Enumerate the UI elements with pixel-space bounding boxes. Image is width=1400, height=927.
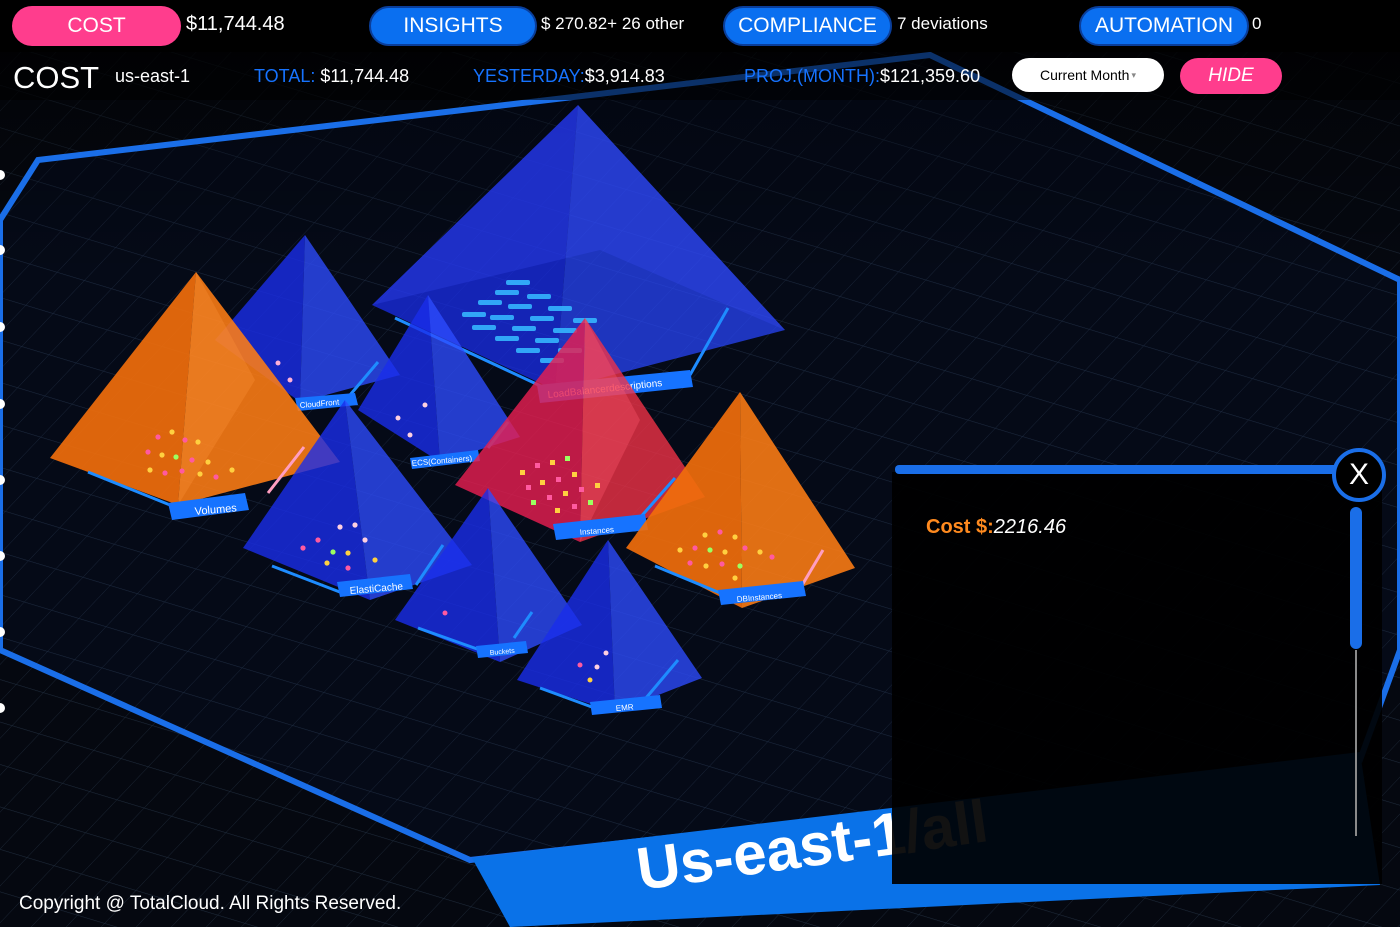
compliance-tab-button[interactable]: COMPLIANCE	[723, 6, 892, 46]
compliance-value: 7 deviations	[897, 14, 988, 33]
page-title: COST	[13, 60, 100, 95]
projected-value: $121,359.60	[879, 66, 981, 86]
panel-scrollbar-track[interactable]	[1355, 650, 1357, 836]
automation-tab-button[interactable]: AUTOMATION	[1079, 6, 1249, 46]
details-cost-value: 2216.46	[993, 516, 1067, 538]
cost-total-value: $11,744.48	[186, 13, 285, 35]
details-cost-label: Cost $:	[926, 516, 994, 538]
period-select[interactable]: Current Month ▾	[1012, 58, 1164, 92]
chevron-down-icon: ▾	[1131, 69, 1136, 80]
insights-value: $ 270.82+ 26 other	[541, 14, 685, 33]
yesterday-value: $3,914.83	[584, 66, 665, 86]
panel-scrollbar-thumb[interactable]	[1350, 507, 1362, 649]
details-panel-header-bar	[895, 465, 1365, 474]
summary-bar: COST us-east-1 TOTAL: $11,744.48 YESTERD…	[0, 52, 1400, 100]
period-select-value: Current Month	[1039, 67, 1130, 83]
close-panel-button[interactable]: X	[1332, 448, 1386, 502]
region-name: us-east-1	[115, 66, 191, 86]
hide-button[interactable]: HIDE	[1180, 58, 1282, 94]
cost-tab-button[interactable]: COST	[12, 6, 181, 46]
yesterday-label: YESTERDAY:	[473, 66, 585, 86]
insights-tab-button[interactable]: INSIGHTS	[369, 6, 537, 46]
total-label: TOTAL:	[254, 66, 316, 86]
top-nav-bar: COST $11,744.48 INSIGHTS $ 270.82+ 26 ot…	[0, 0, 1400, 52]
projected-label: PROJ.(MONTH):	[744, 66, 880, 86]
total-value: $11,744.48	[320, 66, 410, 86]
copyright-text: Copyright @ TotalCloud. All Rights Reser…	[19, 893, 402, 914]
yesterday-metric: YESTERDAY:$3,914.83	[473, 66, 665, 87]
automation-value: 0	[1252, 14, 1262, 33]
details-cost: Cost $:2216.46	[926, 516, 1066, 539]
total-metric: TOTAL: $11,744.48	[254, 66, 409, 87]
projected-metric: PROJ.(MONTH):$121,359.60	[744, 66, 980, 87]
pyramid-label: EMR	[615, 702, 634, 713]
